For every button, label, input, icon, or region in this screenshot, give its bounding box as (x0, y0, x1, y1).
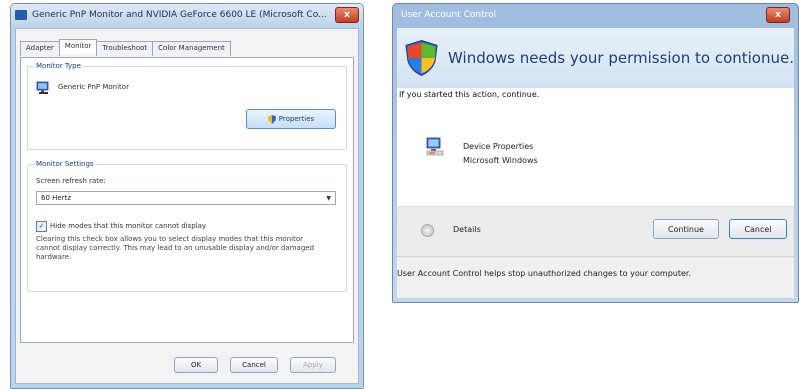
group-label-monitor-settings: Monitor Settings (34, 160, 96, 168)
display-icon (15, 10, 27, 20)
uac-titlebar[interactable]: User Account Control x (393, 4, 798, 26)
hide-modes-checkbox[interactable]: ✓ (36, 221, 47, 232)
monitor-settings-group: Monitor Settings Screen refresh rate: 60… (27, 160, 347, 292)
uac-footer: User Account Control helps stop unauthor… (397, 256, 794, 298)
properties-button-label: Properties (278, 115, 315, 123)
cancel-button[interactable]: Cancel (230, 357, 278, 373)
uac-cancel-button[interactable]: Cancel (729, 219, 787, 239)
refresh-rate-value: 60 Hertz (41, 194, 71, 202)
chevron-down-icon: ▼ (326, 195, 331, 202)
ok-button[interactable]: OK (174, 357, 218, 373)
program-publisher: Microsoft Windows (463, 156, 538, 165)
hide-modes-label: Hide modes that this monitor cannot disp… (50, 222, 207, 230)
hide-modes-description: Clearing this check box allows you to se… (36, 235, 315, 261)
uac-intro-text: If you started this action, continue. (399, 90, 540, 99)
uac-footer-text: User Account Control helps stop unauthor… (397, 269, 692, 278)
details-expander-icon[interactable] (421, 224, 434, 237)
monitor-properties-window: Generic PnP Monitor and NVIDIA GeForce 6… (10, 3, 364, 389)
monitor-tab-panel: Monitor Type Generic PnP Monitor Propert… (20, 57, 354, 343)
window-title: Generic PnP Monitor and NVIDIA GeForce 6… (32, 10, 327, 20)
properties-button[interactable]: Properties (246, 109, 336, 129)
monitor-name: Generic PnP Monitor (58, 83, 129, 91)
tab-troubleshoot[interactable]: Troubleshoot (96, 41, 154, 56)
program-name: Device Properties (463, 142, 534, 151)
apply-button[interactable]: Apply (290, 357, 336, 373)
tab-monitor[interactable]: Monitor (58, 39, 98, 54)
monitor-icon (36, 81, 49, 94)
continue-button[interactable]: Continue (653, 219, 719, 239)
uac-heading: Windows needs your permission to contion… (448, 49, 794, 67)
uac-header: Windows needs your permission to contion… (397, 28, 794, 88)
group-label-monitor-type: Monitor Type (34, 62, 83, 70)
uac-window: User Account Control x Windows needs you… (392, 3, 799, 303)
uac-shield-icon (267, 114, 276, 124)
uac-window-title: User Account Control (401, 10, 497, 20)
uac-body: If you started this action, continue. De… (397, 88, 794, 257)
details-label[interactable]: Details (453, 225, 481, 234)
monitor-properties-titlebar[interactable]: Generic PnP Monitor and NVIDIA GeForce 6… (11, 4, 363, 26)
device-properties-icon (426, 137, 444, 156)
monitor-type-group: Monitor Type Generic PnP Monitor Propert… (27, 62, 347, 150)
tab-color-management[interactable]: Color Management (152, 41, 231, 56)
refresh-rate-label: Screen refresh rate: (36, 177, 106, 185)
tab-strip: Adapter Monitor Troubleshoot Color Manag… (20, 39, 231, 56)
close-button[interactable]: x (335, 7, 359, 23)
windows-shield-icon (405, 40, 438, 77)
tab-adapter[interactable]: Adapter (20, 41, 60, 56)
dialog-body: Adapter Monitor Troubleshoot Color Manag… (15, 28, 359, 384)
uac-close-button[interactable]: x (766, 7, 790, 23)
uac-action-bar: Details Continue Cancel (397, 206, 794, 257)
refresh-rate-select[interactable]: 60 Hertz ▼ (36, 191, 336, 205)
